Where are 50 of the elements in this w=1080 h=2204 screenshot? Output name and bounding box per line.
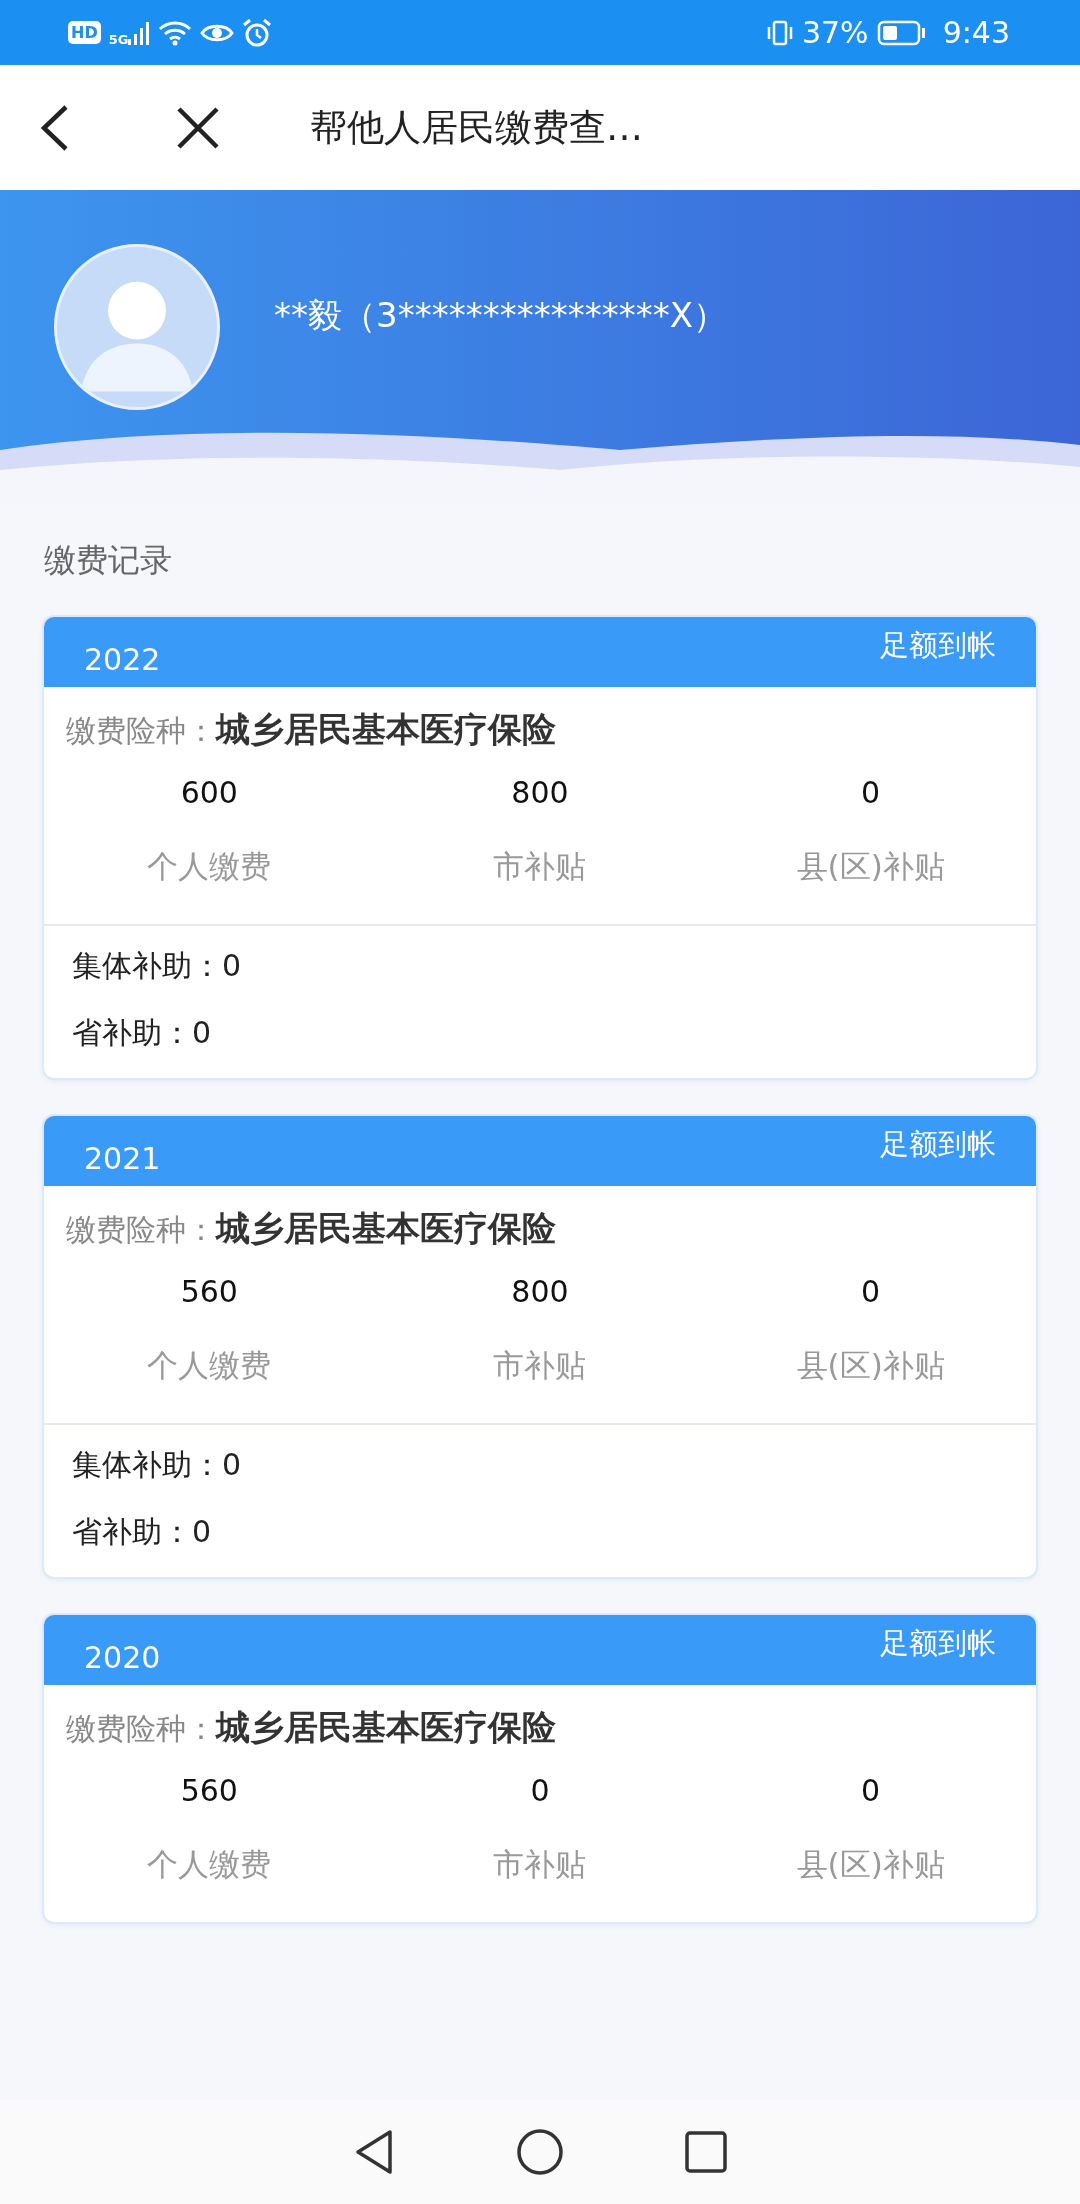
amount-value: 0 xyxy=(861,1773,881,1808)
amount-label: 县(区)补贴 xyxy=(796,1346,945,1385)
hd-badge: HD xyxy=(68,21,101,44)
payment-year: 2020 xyxy=(84,1639,161,1675)
amount-label: 市补贴 xyxy=(493,1346,587,1385)
amount-label: 个人缴费 xyxy=(147,1845,272,1884)
payment-year: 2022 xyxy=(84,641,161,677)
close-icon xyxy=(176,105,220,150)
page-title: 帮他人居民缴费查… xyxy=(310,104,643,151)
insurance-type-label: 缴费险种： xyxy=(66,713,216,750)
amount-label: 个人缴费 xyxy=(147,1346,272,1385)
insurance-type-label: 缴费险种： xyxy=(66,1711,216,1748)
alarm-icon xyxy=(242,18,273,47)
payment-status: 足额到帐 xyxy=(880,1126,996,1163)
amount-label: 县(区)补贴 xyxy=(796,847,945,886)
insurance-type-value: 城乡居民基本医疗保险 xyxy=(216,1706,556,1749)
battery-percentage: 37% xyxy=(801,15,869,50)
wifi-icon xyxy=(158,19,193,46)
amount-value: 0 xyxy=(861,1274,881,1309)
insurance-type-value: 城乡居民基本医疗保险 xyxy=(216,1207,556,1250)
amount-value: 560 xyxy=(180,1773,238,1808)
subsidy-line: 省补助：0 xyxy=(72,1014,213,1052)
payment-status: 足额到帐 xyxy=(880,1625,996,1662)
battery-icon xyxy=(876,19,927,46)
subsidy-line: 省补助：0 xyxy=(72,1513,213,1551)
insurance-type-value: 城乡居民基本医疗保险 xyxy=(216,708,556,751)
amount-value: 800 xyxy=(511,1274,569,1309)
network-type-label: 5G xyxy=(108,32,129,47)
amount-value: 600 xyxy=(180,775,238,810)
section-title: 缴费记录 xyxy=(44,540,173,581)
close-button[interactable] xyxy=(176,105,220,150)
amount-label: 个人缴费 xyxy=(147,847,272,886)
person-name-id: **毅（3****************X） xyxy=(274,294,727,337)
clock-time: 9:43 xyxy=(942,15,1010,50)
recents-nav-button[interactable] xyxy=(684,2130,728,2174)
amount-value: 800 xyxy=(511,775,569,810)
amount-value: 560 xyxy=(180,1274,238,1309)
amount-label: 市补贴 xyxy=(493,847,587,886)
subsidy-line: 集体补助：0 xyxy=(72,947,243,985)
amount-value: 0 xyxy=(861,775,881,810)
signal-icon xyxy=(128,20,151,45)
amount-label: 市补贴 xyxy=(493,1845,587,1884)
vibrate-icon xyxy=(765,18,794,47)
amount-label: 县(区)补贴 xyxy=(796,1845,945,1884)
subsidy-line: 集体补助：0 xyxy=(72,1446,243,1484)
insurance-type-label: 缴费险种： xyxy=(66,1212,216,1249)
payment-year: 2021 xyxy=(84,1140,161,1176)
amount-value: 0 xyxy=(530,1773,550,1808)
home-nav-button[interactable] xyxy=(516,2128,564,2176)
payment-status: 足额到帐 xyxy=(880,627,996,664)
